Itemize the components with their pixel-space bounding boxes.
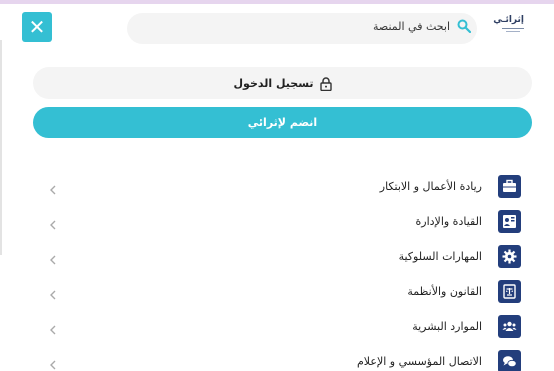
chat-icon <box>498 350 521 371</box>
menu-item-law[interactable]: القانون والأنظمة <box>40 275 530 309</box>
menu-item-label: القيادة والإدارة <box>415 215 482 228</box>
chevron-left-icon <box>48 286 58 300</box>
users-icon <box>498 315 521 338</box>
logo-text: إثرائـي <box>493 15 524 25</box>
menu-item-hr[interactable]: الموارد البشرية <box>40 310 530 344</box>
gear-icon <box>498 245 521 268</box>
menu-item-soft-skills[interactable]: المهارات السلوكية <box>40 240 530 274</box>
close-button[interactable]: ✕ <box>22 12 52 42</box>
scrollbar-track[interactable] <box>0 40 2 255</box>
menu-item-communication[interactable]: الاتصال المؤسسي و الإعلام <box>40 345 530 371</box>
law-icon <box>498 280 521 303</box>
logo-line <box>506 31 520 32</box>
menu-item-label: ريادة الأعمال و الابتكار <box>379 180 482 193</box>
logo-line <box>502 28 524 29</box>
chevron-left-icon <box>48 216 58 230</box>
search-icon[interactable] <box>457 18 472 34</box>
header: إثرائـي ابحث في المنصة ✕ <box>0 4 554 44</box>
chevron-left-icon <box>48 356 58 370</box>
login-label: تسجيل الدخول <box>233 76 314 90</box>
menu-item-leadership[interactable]: القيادة والإدارة <box>40 205 530 239</box>
menu-item-label: الاتصال المؤسسي و الإعلام <box>357 355 482 368</box>
menu-item-entrepreneurship[interactable]: ريادة الأعمال و الابتكار <box>40 170 530 204</box>
join-button[interactable]: انضم لإثرائي <box>33 107 532 138</box>
chevron-left-icon <box>48 321 58 335</box>
menu-item-label: المهارات السلوكية <box>398 250 482 263</box>
menu-item-label: الموارد البشرية <box>412 320 482 333</box>
search-placeholder: ابحث في المنصة <box>373 20 450 33</box>
lock-icon <box>319 76 332 92</box>
close-icon: ✕ <box>28 15 46 39</box>
menu-item-label: القانون والأنظمة <box>407 285 482 298</box>
chevron-left-icon <box>48 181 58 195</box>
logo[interactable]: إثرائـي <box>493 14 524 36</box>
briefcase-icon <box>498 175 521 198</box>
chevron-left-icon <box>48 251 58 265</box>
leadership-icon <box>498 210 521 233</box>
join-label: انضم لإثرائي <box>247 116 318 129</box>
login-button[interactable]: تسجيل الدخول <box>33 67 532 99</box>
